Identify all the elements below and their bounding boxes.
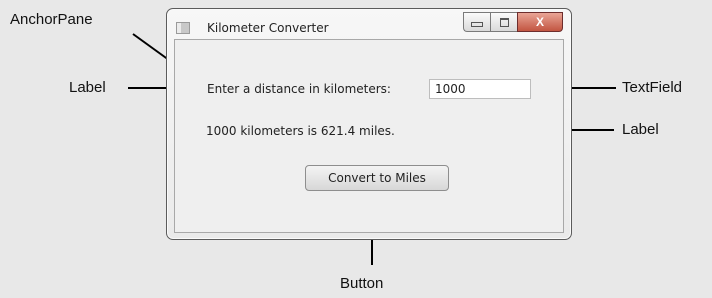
close-icon: X xyxy=(535,15,544,29)
convert-to-miles-button[interactable]: Convert to Miles xyxy=(305,165,449,191)
minimize-icon xyxy=(471,22,483,27)
window-controls: X xyxy=(463,12,563,32)
result-label: 1000 kilometers is 621.4 miles. xyxy=(206,124,395,138)
minimize-button[interactable] xyxy=(463,12,490,32)
callout-textfield: TextField xyxy=(622,79,683,96)
app-icon xyxy=(176,22,190,34)
app-window: Kilometer Converter X Enter a distance i… xyxy=(166,8,572,240)
close-button[interactable]: X xyxy=(517,12,563,32)
callout-button: Button xyxy=(340,275,384,292)
prompt-label: Enter a distance in kilometers: xyxy=(207,82,391,96)
callout-label-left: Label xyxy=(69,79,106,96)
kilometers-textfield[interactable]: 1000 xyxy=(429,79,531,99)
anchor-pane: Enter a distance in kilometers: 1000 100… xyxy=(174,39,564,233)
maximize-icon xyxy=(499,17,509,27)
title-bar[interactable]: Kilometer Converter X xyxy=(167,9,571,39)
callout-anchorpane: AnchorPane xyxy=(10,11,93,28)
maximize-button[interactable] xyxy=(490,12,517,32)
callout-label-right: Label xyxy=(622,121,659,138)
window-title: Kilometer Converter xyxy=(207,21,329,35)
